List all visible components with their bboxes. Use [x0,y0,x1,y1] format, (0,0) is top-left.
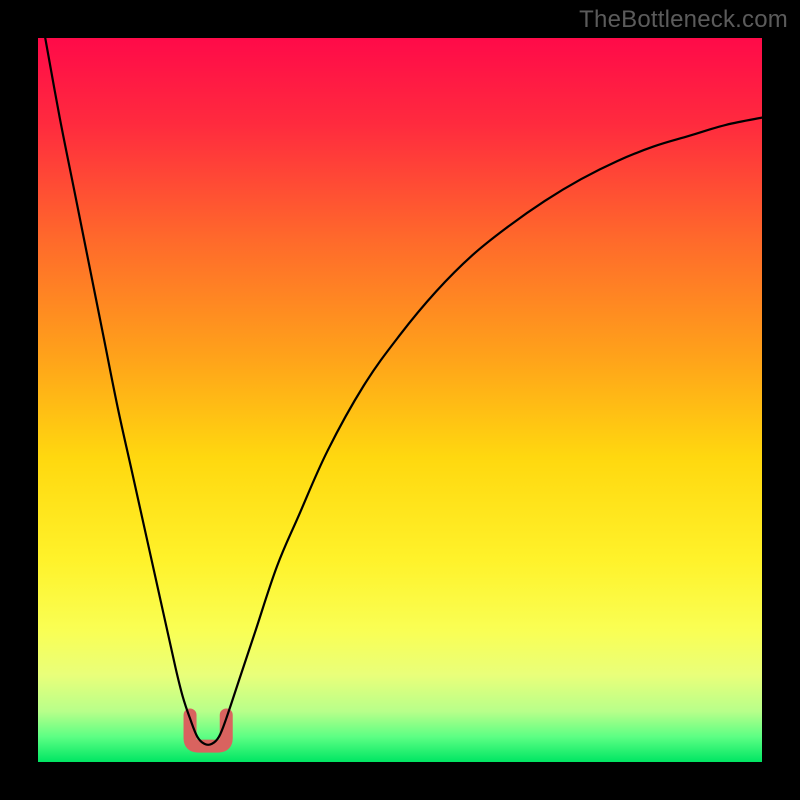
plot-area [38,38,762,762]
bottleneck-curve [45,38,762,745]
chart-frame: TheBottleneck.com [0,0,800,800]
watermark-text: TheBottleneck.com [579,6,788,34]
curve-layer [38,38,762,762]
